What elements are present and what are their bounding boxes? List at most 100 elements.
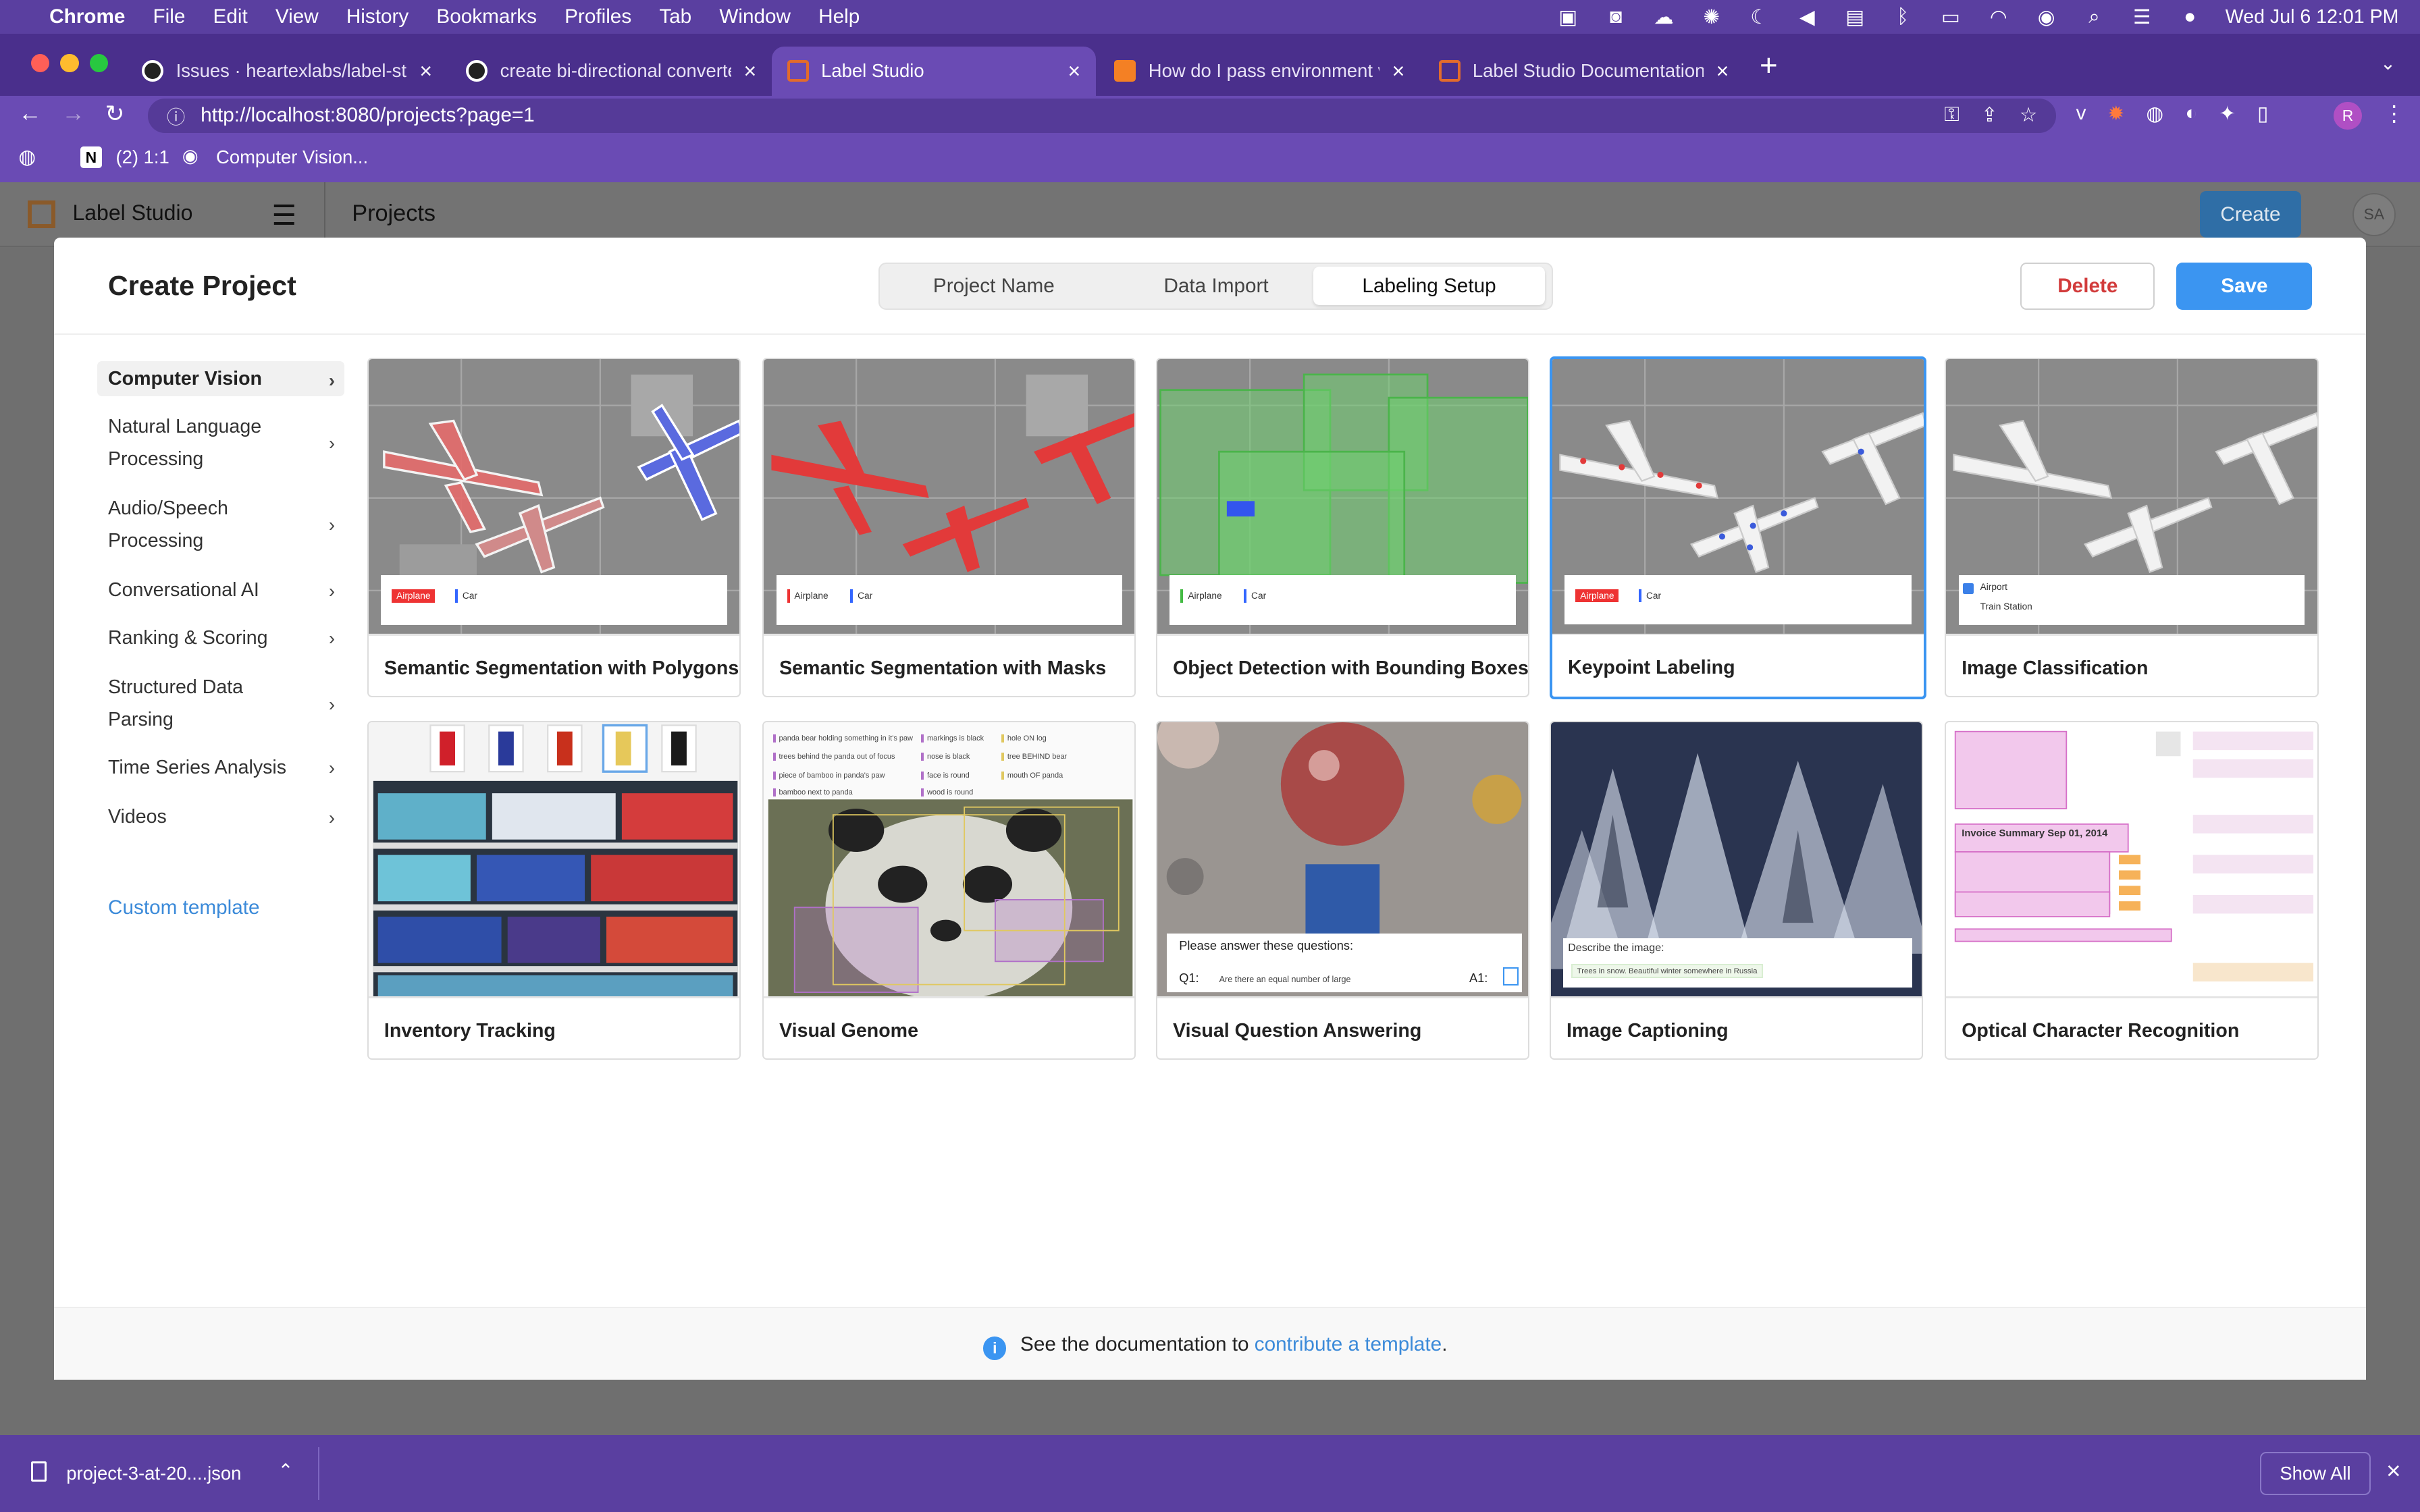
sidebar-item-ranking[interactable]: Ranking & Scoring › bbox=[97, 622, 344, 654]
wifi-icon[interactable]: ◠ bbox=[1987, 5, 2011, 29]
menu-file[interactable]: File bbox=[153, 5, 186, 28]
hamburger-menu-icon[interactable]: ☰ bbox=[271, 199, 296, 232]
template-card-ocr[interactable]: Invoice Summary Sep 01, 2014 Optical Cha… bbox=[1945, 720, 2319, 1060]
template-name: Optical Character Recognition bbox=[1962, 1019, 2240, 1042]
genome-notes: panda bear holding something in it's paw… bbox=[770, 725, 1131, 796]
menu-history[interactable]: History bbox=[346, 5, 409, 28]
sidebar-item-computer-vision[interactable]: Computer Vision › bbox=[97, 360, 344, 397]
extension-globe-icon[interactable]: ◍ bbox=[2146, 102, 2163, 126]
sidebar-item-time-series[interactable]: Time Series Analysis › bbox=[97, 751, 344, 784]
template-card-vqa[interactable]: Please answer these questions: Q1: Are t… bbox=[1156, 720, 1530, 1060]
menu-window[interactable]: Window bbox=[719, 5, 791, 28]
airplane-tag: Airplane bbox=[1180, 589, 1226, 603]
tab-labeling-setup[interactable]: Labeling Setup bbox=[1313, 267, 1545, 306]
custom-template-link[interactable]: Custom template bbox=[108, 896, 260, 919]
template-card-image-captioning[interactable]: Describe the image: Trees in snow. Beaut… bbox=[1550, 720, 1924, 1060]
browser-tab-label-studio[interactable]: Label Studio × bbox=[772, 46, 1097, 96]
zoom-icon[interactable]: ◙ bbox=[1604, 5, 1629, 28]
tab-search-chevron-icon[interactable]: ⌄ bbox=[2380, 53, 2396, 74]
avatar[interactable]: SA bbox=[2352, 192, 2396, 236]
sidebar-item-nlp[interactable]: Natural Language Processing › bbox=[97, 410, 344, 475]
user-icon[interactable]: ◉ bbox=[2034, 5, 2059, 29]
tab-project-name[interactable]: Project Name bbox=[883, 267, 1105, 305]
apps-grid-icon[interactable]: ◍ bbox=[18, 145, 36, 169]
template-card-object-detection[interactable]: Airplane Car Object Detection with Bound… bbox=[1156, 358, 1530, 698]
close-tab-icon[interactable]: × bbox=[1716, 59, 1729, 84]
tab-data-import[interactable]: Data Import bbox=[1105, 267, 1327, 305]
close-tab-icon[interactable]: × bbox=[419, 59, 432, 84]
screen-share-icon[interactable]: ▣ bbox=[1556, 5, 1581, 29]
vimeo-extension-icon[interactable]: v bbox=[2076, 102, 2086, 126]
save-button[interactable]: Save bbox=[2176, 262, 2313, 310]
spotlight-search-icon[interactable]: ⌕ bbox=[2082, 5, 2107, 28]
template-card-keypoint[interactable]: Airplane Car Keypoint Labeling bbox=[1550, 356, 1926, 699]
site-info-icon[interactable]: ⓘ bbox=[167, 102, 185, 129]
forward-icon[interactable]: → bbox=[61, 101, 84, 127]
template-card-inventory-tracking[interactable]: Inventory Tracking bbox=[367, 720, 741, 1060]
profile-avatar[interactable]: R bbox=[2334, 101, 2362, 130]
menu-app-name[interactable]: Chrome bbox=[49, 5, 125, 28]
share-icon[interactable]: ⇪ bbox=[1981, 103, 1998, 127]
create-project-button[interactable]: Create bbox=[2199, 191, 2302, 238]
address-bar[interactable]: ⓘ http://localhost:8080/projects?page=1 … bbox=[148, 99, 2056, 133]
display-icon[interactable]: ▤ bbox=[1843, 5, 1868, 29]
close-downloads-icon[interactable]: × bbox=[2386, 1457, 2400, 1485]
moon-icon[interactable]: ☾ bbox=[1747, 5, 1772, 29]
eye-bookmark-icon[interactable]: ◉ bbox=[182, 145, 199, 167]
browser-tab-converter[interactable]: create bi-directional converter × bbox=[451, 47, 772, 96]
menu-tab[interactable]: Tab bbox=[659, 5, 691, 28]
browser-tab-docs[interactable]: Label Studio Documentation — × bbox=[1423, 47, 1744, 96]
zoom-window-button[interactable] bbox=[89, 53, 108, 73]
minimize-window-button[interactable] bbox=[60, 53, 79, 73]
template-card-visual-genome[interactable]: panda bear holding something in it's paw… bbox=[762, 720, 1136, 1060]
template-card-image-classification[interactable]: Airport Train Station Image Classificati… bbox=[1945, 358, 2319, 698]
sidebar-item-videos[interactable]: Videos › bbox=[97, 801, 344, 833]
sidebar-item-audio[interactable]: Audio/Speech Processing › bbox=[97, 492, 344, 557]
browser-tab-env-var[interactable]: How do I pass environment var × bbox=[1099, 47, 1420, 96]
menu-bookmarks[interactable]: Bookmarks bbox=[436, 5, 537, 28]
download-options-chevron-icon[interactable]: ⌃ bbox=[278, 1460, 293, 1482]
menu-profiles[interactable]: Profiles bbox=[564, 5, 631, 28]
bookmark-star-icon[interactable]: ☆ bbox=[2020, 103, 2038, 127]
sidebar-item-structured-data[interactable]: Structured Data Parsing › bbox=[97, 671, 344, 736]
breadcrumb[interactable]: Projects bbox=[352, 200, 436, 227]
notion-icon[interactable]: N bbox=[80, 146, 102, 169]
delete-button[interactable]: Delete bbox=[2020, 262, 2155, 310]
show-all-button[interactable]: Show All bbox=[2259, 1452, 2371, 1496]
menu-edit[interactable]: Edit bbox=[213, 5, 248, 28]
download-file-name[interactable]: project-3-at-20....json bbox=[66, 1463, 241, 1484]
menu-clock[interactable]: Wed Jul 6 12:01 PM bbox=[2226, 6, 2399, 28]
key-icon[interactable]: ⚿ bbox=[1944, 103, 1959, 127]
extension-sun-icon[interactable]: ✹ bbox=[2108, 102, 2125, 126]
extension-on-icon[interactable]: ◐ bbox=[2185, 102, 2197, 126]
control-center-icon[interactable]: ☰ bbox=[2130, 5, 2155, 29]
sidebar-toggle-icon[interactable]: ▯ bbox=[2257, 102, 2268, 126]
extensions-puzzle-icon[interactable]: ✦ bbox=[2219, 102, 2236, 126]
close-window-button[interactable] bbox=[30, 53, 50, 73]
siri-icon[interactable]: ● bbox=[2178, 5, 2203, 28]
battery-icon[interactable]: ▭ bbox=[1939, 5, 1964, 29]
contribute-template-link[interactable]: contribute a template bbox=[1255, 1333, 1442, 1355]
template-card-semantic-masks[interactable]: Airplane Car Semantic Segmentation with … bbox=[762, 358, 1136, 698]
note: tree BEHIND bear bbox=[1001, 753, 1067, 761]
weather-icon[interactable]: ☁ bbox=[1652, 5, 1677, 29]
brightness-icon[interactable]: ✺ bbox=[1699, 5, 1724, 29]
close-tab-icon[interactable]: × bbox=[1392, 59, 1405, 84]
new-tab-icon[interactable]: + bbox=[1760, 48, 1778, 83]
bluetooth-icon[interactable]: ᛒ bbox=[1891, 5, 1916, 28]
reload-icon[interactable]: ↻ bbox=[105, 101, 124, 128]
close-tab-icon[interactable]: × bbox=[743, 59, 756, 84]
menu-help[interactable]: Help bbox=[818, 5, 860, 28]
browser-tab-issues[interactable]: Issues · heartexlabs/label-studi × bbox=[126, 47, 447, 96]
browser-menu-icon[interactable]: ⋮ bbox=[2384, 101, 2405, 126]
close-tab-icon[interactable]: × bbox=[1068, 59, 1081, 84]
menu-view[interactable]: View bbox=[275, 5, 319, 28]
back-icon[interactable]: ← bbox=[18, 101, 41, 127]
template-card-semantic-polygons[interactable]: Airplane Car Semantic Segmentation with … bbox=[367, 358, 741, 698]
volume-icon[interactable]: ◀ bbox=[1795, 5, 1820, 29]
card-divider bbox=[764, 634, 1135, 636]
bookmark-notion[interactable]: (2) 1:1 bbox=[115, 146, 169, 168]
app-brand[interactable]: Label Studio bbox=[72, 200, 192, 225]
bookmark-computer-vision[interactable]: Computer Vision... bbox=[216, 146, 368, 168]
sidebar-item-conversational-ai[interactable]: Conversational AI › bbox=[97, 574, 344, 606]
